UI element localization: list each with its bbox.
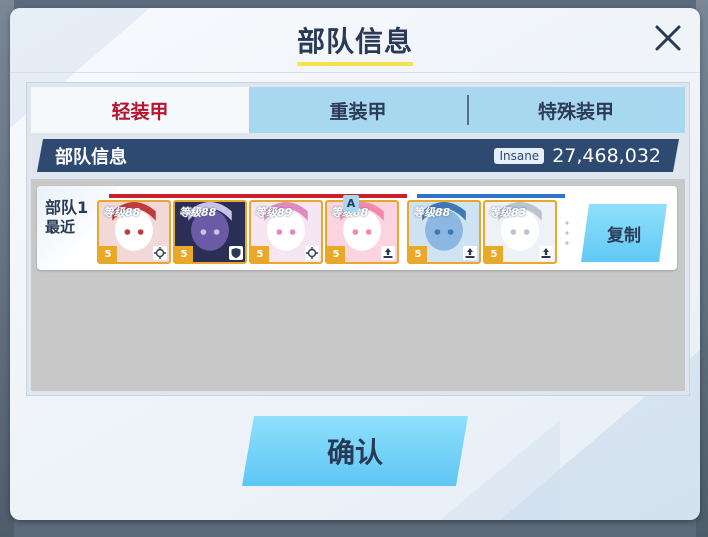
support-icon [381,246,395,260]
dialog-title: 部队信息 [296,25,413,58]
character-card[interactable]: 等级88 5 [407,200,481,264]
rank-star-badge: 5 [327,246,345,262]
character-card[interactable]: 等级88 5 [325,200,399,264]
character-level: 等级88 [103,206,141,219]
rank-star-badge: 5 [485,246,503,262]
support-icon [463,246,477,260]
team-panel: 轻装甲 重装甲 特殊装甲 部队信息 Insane 27,468,032 部队1 … [26,82,690,396]
rank-star-badge: 5 [251,246,269,262]
team-list[interactable]: 部队1 最近 等级88 5 等级88 5 等级89 5 等级88 5 等级88 5 等级83 5 A … [31,179,685,391]
character-card[interactable]: 等级83 5 [483,200,557,264]
armor-tabs: 轻装甲 重装甲 特殊装甲 [31,87,685,133]
tab-heavy-armor[interactable]: 重装甲 [249,87,467,133]
tab-special-armor[interactable]: 特殊装甲 [467,87,685,133]
rank-star-badge: 5 [99,246,117,262]
tab-label: 重装甲 [329,100,387,123]
character-level: 等级89 [255,206,293,219]
shield-icon [229,246,243,260]
confirm-button[interactable]: 确认 [242,416,468,486]
tab-label: 轻装甲 [111,100,169,123]
character-level: 等级88 [179,206,217,219]
tab-label: 特殊装甲 [537,100,614,123]
character-level: 等级83 [489,206,527,219]
team-subtitle: 最近 [45,218,76,236]
score-value: 27,468,032 [552,144,661,167]
crosshair-icon [305,246,319,260]
crosshair-icon [153,246,167,260]
team-info-bar: 部队信息 Insane 27,468,032 [37,139,679,172]
character-card[interactable]: 等级88 5 [173,200,247,264]
header-divider [10,72,700,73]
team-info-dialog: 部队信息 轻装甲 重装甲 特殊装甲 部队信息 Insane 27,468,032… [10,8,700,520]
difficulty-badge: Insane [494,148,544,164]
support-icon [539,246,553,260]
special-group-bar [417,194,565,198]
character-card[interactable]: 等级89 5 [249,200,323,264]
close-icon [655,25,681,51]
tab-light-armor[interactable]: 轻装甲 [31,87,249,133]
team-row[interactable]: 部队1 最近 等级88 5 等级88 5 等级89 5 等级88 5 等级88 5 等级83 5 A … [37,186,677,270]
info-bar-title: 部队信息 [55,146,127,168]
more-dots-icon [565,221,569,245]
close-button[interactable] [650,20,686,56]
copy-button[interactable]: 复制 [581,204,667,262]
character-level: 等级88 [413,206,451,219]
rank-star-badge: 5 [175,246,193,262]
rank-star-badge: 5 [409,246,427,262]
striker-group-bar [109,194,407,198]
team-name: 部队1 [45,198,89,217]
title-underline [297,62,413,66]
character-card[interactable]: 等级88 5 [97,200,171,264]
assist-badge: A [343,195,359,212]
